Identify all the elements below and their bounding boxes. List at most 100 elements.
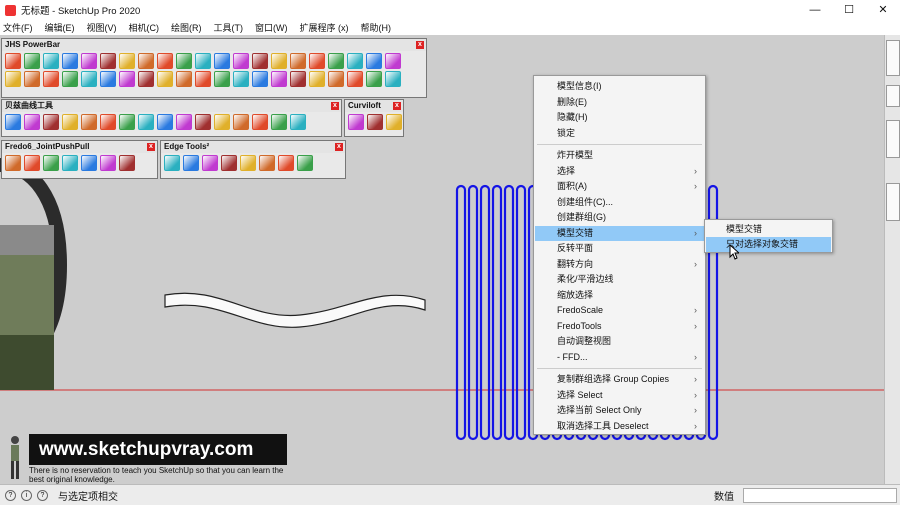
powerbar-tool-icon[interactable] (176, 53, 192, 69)
menu-tools[interactable]: 工具(T) (214, 21, 244, 34)
fredo-tool-icon[interactable] (43, 155, 59, 171)
powerbar-tool-icon[interactable] (347, 53, 363, 69)
powerbar-tool-icon[interactable] (100, 71, 116, 87)
edge-tool-icon[interactable] (164, 155, 180, 171)
menu-file[interactable]: 文件(F) (3, 21, 33, 34)
context-menu-item[interactable]: 反转平面 (535, 241, 704, 256)
bezier-tool-icon[interactable] (43, 114, 59, 130)
tray-tab-2[interactable] (886, 85, 900, 107)
edge-tool-icon[interactable] (183, 155, 199, 171)
powerbar-tool-icon[interactable] (252, 53, 268, 69)
curviloft-tool-icon[interactable] (367, 114, 383, 130)
menu-edit[interactable]: 编辑(E) (45, 21, 75, 34)
context-menu-item[interactable]: 柔化/平滑边线 (535, 272, 704, 287)
powerbar-tool-icon[interactable] (290, 53, 306, 69)
measurements-input[interactable] (743, 488, 897, 503)
bezier-tool-icon[interactable] (271, 114, 287, 130)
toolbar-close-button[interactable]: x (335, 143, 343, 151)
maximize-button[interactable]: ☐ (832, 0, 866, 20)
edge-tool-icon[interactable] (259, 155, 275, 171)
powerbar-tool-icon[interactable] (100, 53, 116, 69)
powerbar-tool-icon[interactable] (385, 53, 401, 69)
powerbar-tool-icon[interactable] (138, 71, 154, 87)
powerbar-tool-icon[interactable] (290, 71, 306, 87)
credits-icon[interactable]: i (21, 489, 32, 501)
powerbar-tool-icon[interactable] (328, 71, 344, 87)
menu-view[interactable]: 视图(V) (87, 21, 117, 34)
powerbar-tool-icon[interactable] (385, 71, 401, 87)
tray-tab-4[interactable] (886, 183, 900, 221)
powerbar-tool-icon[interactable] (233, 53, 249, 69)
bezier-tool-icon[interactable] (195, 114, 211, 130)
bezier-tool-icon[interactable] (81, 114, 97, 130)
context-menu-item[interactable]: FredoTools › (535, 319, 704, 334)
powerbar-tool-icon[interactable] (62, 53, 78, 69)
context-menu-item[interactable]: 自动调整视图 (535, 334, 704, 349)
minimize-button[interactable]: — (798, 0, 832, 20)
powerbar-tool-icon[interactable] (138, 53, 154, 69)
powerbar-tool-icon[interactable] (309, 53, 325, 69)
context-menu-item[interactable]: 选择当前 Select Only › (535, 403, 704, 418)
powerbar-tool-icon[interactable] (62, 71, 78, 87)
fredo-tool-icon[interactable] (5, 155, 21, 171)
bezier-tool-icon[interactable] (138, 114, 154, 130)
edge-tool-icon[interactable] (240, 155, 256, 171)
context-menu-item[interactable]: 翻转方向 › (535, 257, 704, 272)
bezier-tool-icon[interactable] (252, 114, 268, 130)
powerbar-tool-icon[interactable] (5, 53, 21, 69)
powerbar-tool-icon[interactable] (195, 53, 211, 69)
powerbar-tool-icon[interactable] (43, 53, 59, 69)
context-menu-item[interactable]: 选择 Select › (535, 388, 704, 403)
bezier-tool-icon[interactable] (214, 114, 230, 130)
powerbar-tool-icon[interactable] (43, 71, 59, 87)
powerbar-tool-icon[interactable] (366, 71, 382, 87)
edge-tool-icon[interactable] (202, 155, 218, 171)
powerbar-tool-icon[interactable] (214, 53, 230, 69)
tray-tab-3[interactable] (886, 120, 900, 158)
powerbar-tool-icon[interactable] (271, 53, 287, 69)
context-menu-item[interactable]: FredoScale › (535, 303, 704, 318)
curviloft-tool-icon[interactable] (386, 114, 402, 130)
powerbar-tool-icon[interactable] (157, 53, 173, 69)
edge-tool-icon[interactable] (278, 155, 294, 171)
bezier-tool-icon[interactable] (176, 114, 192, 130)
fredo-tool-icon[interactable] (24, 155, 40, 171)
powerbar-tool-icon[interactable] (119, 71, 135, 87)
powerbar-tool-icon[interactable] (233, 71, 249, 87)
powerbar-tool-icon[interactable] (176, 71, 192, 87)
context-menu-item[interactable]: 取消选择工具 Deselect › (535, 419, 704, 434)
menu-draw[interactable]: 绘图(R) (171, 21, 202, 34)
curviloft-tool-icon[interactable] (348, 114, 364, 130)
edge-tool-icon[interactable] (297, 155, 313, 171)
menu-extensions[interactable]: 扩展程序 (x) (300, 21, 349, 34)
powerbar-tool-icon[interactable] (81, 53, 97, 69)
close-window-button[interactable]: ✕ (866, 0, 900, 20)
bezier-tool-icon[interactable] (119, 114, 135, 130)
bezier-tool-icon[interactable] (290, 114, 306, 130)
instructor-icon[interactable]: ? (37, 489, 48, 501)
fredo-tool-icon[interactable] (100, 155, 116, 171)
context-menu-item[interactable]: 面积(A) › (535, 179, 704, 194)
bezier-tool-icon[interactable] (5, 114, 21, 130)
geo-location-icon[interactable]: ? (5, 489, 16, 501)
powerbar-tool-icon[interactable] (309, 71, 325, 87)
powerbar-tool-icon[interactable] (119, 53, 135, 69)
tray-tab-1[interactable] (886, 40, 900, 76)
toolbar-close-button[interactable]: x (147, 143, 155, 151)
powerbar-tool-icon[interactable] (328, 53, 344, 69)
powerbar-tool-icon[interactable] (5, 71, 21, 87)
menu-window[interactable]: 窗口(W) (255, 21, 288, 34)
context-menu-item[interactable]: 模型信息(I) (535, 79, 704, 94)
powerbar-tool-icon[interactable] (195, 71, 211, 87)
context-menu-item[interactable]: 锁定 (535, 126, 704, 141)
powerbar-tool-icon[interactable] (81, 71, 97, 87)
context-menu-item[interactable]: 创建群组(G) (535, 210, 704, 225)
toolbar-close-button[interactable]: x (416, 41, 424, 49)
context-menu-item[interactable]: - FFD... › (535, 350, 704, 365)
menu-camera[interactable]: 相机(C) (129, 21, 160, 34)
powerbar-tool-icon[interactable] (347, 71, 363, 87)
context-menu-item[interactable]: 删除(E) (535, 95, 704, 110)
bezier-tool-icon[interactable] (62, 114, 78, 130)
powerbar-tool-icon[interactable] (24, 71, 40, 87)
powerbar-tool-icon[interactable] (252, 71, 268, 87)
